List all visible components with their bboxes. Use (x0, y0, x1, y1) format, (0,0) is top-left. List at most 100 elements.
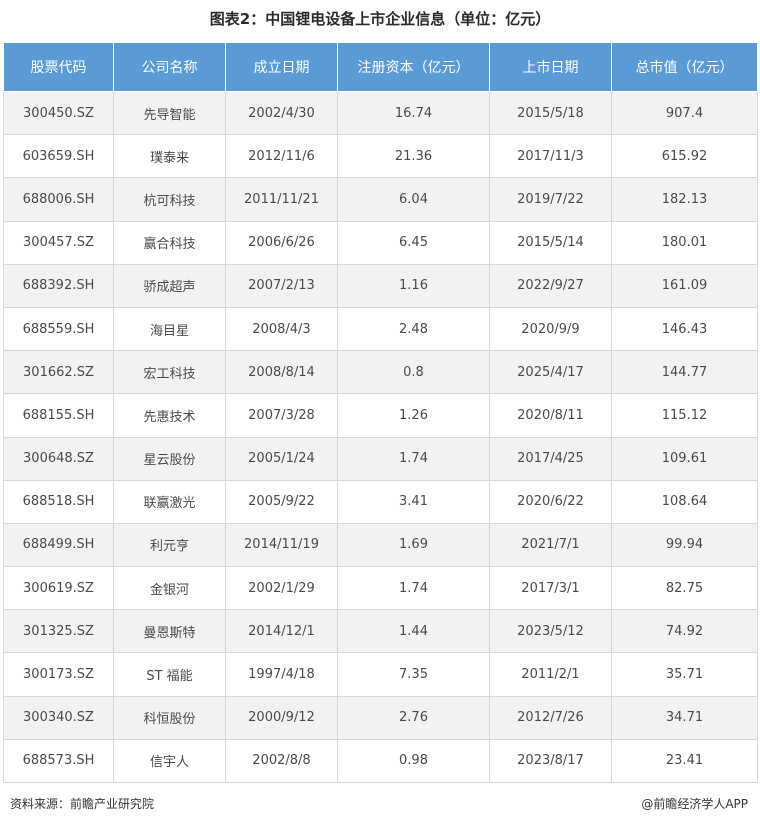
table-cell: 2011/2/1 (489, 652, 612, 697)
table-cell: 35.71 (611, 652, 758, 697)
table-cell: 宏工科技 (113, 350, 226, 395)
table-row: 300450.SZ 先导智能 2002/4/30 16.74 2015/5/18 907.… (3, 90, 758, 136)
table-cell: 146.43 (611, 306, 758, 352)
table-cell: 2011/11/21 (225, 177, 338, 222)
table-cell: 688155.SH (3, 393, 114, 438)
table-header-row: 股票代码 公司名称 成立日期 注册资本（亿元） 上市日期 总市值（亿元） (3, 42, 758, 92)
table-cell: 2023/8/17 (489, 738, 612, 784)
table-cell: 301325.SZ (3, 609, 114, 654)
table-cell: 2008/8/14 (225, 350, 338, 395)
column-header: 股票代码 (3, 42, 114, 92)
table-cell: 109.61 (611, 436, 758, 481)
table-row: 688006.SH 杭可科技 2011/11/21 6.04 2019/7/22 182.… (3, 177, 758, 222)
table-cell: 2012/7/26 (489, 695, 612, 740)
table-cell: 1997/4/18 (225, 652, 338, 697)
table-cell: 2025/4/17 (489, 350, 612, 395)
source-note: 资料来源：前瞻产业研究院 (10, 797, 155, 811)
column-header: 注册资本（亿元） (337, 42, 490, 92)
table-cell: 2000/9/12 (225, 695, 338, 740)
table-cell: 115.12 (611, 393, 758, 438)
table-cell: 300450.SZ (3, 90, 114, 136)
table-cell: 180.01 (611, 220, 758, 265)
table-cell: 2002/4/30 (225, 90, 338, 136)
table-cell: 144.77 (611, 350, 758, 395)
table-cell: 2.48 (337, 306, 490, 352)
table-row: 300619.SZ 金银河 2002/1/29 1.74 2017/3/1 82.75 (3, 566, 758, 611)
table-cell: 2012/11/6 (225, 134, 338, 179)
table-cell: 688499.SH (3, 522, 114, 568)
table-cell: 2021/7/1 (489, 522, 612, 568)
table-cell: 907.4 (611, 90, 758, 136)
table-cell: 2019/7/22 (489, 177, 612, 222)
table-cell: 2020/8/11 (489, 393, 612, 438)
table-row: 688573.SH 信宇人 2002/8/8 0.98 2023/8/17 23.41 (3, 738, 758, 784)
table-cell: 2015/5/18 (489, 90, 612, 136)
table-row: 300457.SZ 赢合科技 2006/6/26 6.45 2015/5/14 180.0… (3, 220, 758, 265)
table-cell: 璞泰来 (113, 134, 226, 179)
table-cell: 34.71 (611, 695, 758, 740)
table-cell: 1.44 (337, 609, 490, 654)
table-cell: 2005/1/24 (225, 436, 338, 481)
column-header: 公司名称 (113, 42, 226, 92)
table-cell: 2007/2/13 (225, 263, 338, 308)
table-row: 688559.SH 海目星 2008/4/3 2.48 2020/9/9 146.43 (3, 306, 758, 352)
table-cell: 99.94 (611, 522, 758, 568)
table-cell: 科恒股份 (113, 695, 226, 740)
table-cell: 2008/4/3 (225, 306, 338, 352)
table-cell: 301662.SZ (3, 350, 114, 395)
table-cell: 2020/6/22 (489, 479, 612, 524)
table-cell: 300340.SZ (3, 695, 114, 740)
table-cell: 0.98 (337, 738, 490, 784)
table-cell: 82.75 (611, 566, 758, 611)
table-cell: 182.13 (611, 177, 758, 222)
table-cell: 利元亨 (113, 522, 226, 568)
column-header: 总市值（亿元） (611, 42, 758, 92)
table-cell: 2006/6/26 (225, 220, 338, 265)
table-cell: 2.76 (337, 695, 490, 740)
table-cell: 杭可科技 (113, 177, 226, 222)
table-row: 688499.SH 利元亨 2014/11/19 1.69 2021/7/1 99.94 (3, 522, 758, 568)
table-cell: 先导智能 (113, 90, 226, 136)
table-cell: 7.35 (337, 652, 490, 697)
table-cell: 2020/9/9 (489, 306, 612, 352)
company-table: 股票代码 公司名称 成立日期 注册资本（亿元） 上市日期 总市值（亿元） 300… (3, 42, 758, 784)
table-cell: 74.92 (611, 609, 758, 654)
table-cell: 2002/8/8 (225, 738, 338, 784)
table-cell: ST 福能 (113, 652, 226, 697)
table-cell: 2014/12/1 (225, 609, 338, 654)
table-cell: 16.74 (337, 90, 490, 136)
table-cell: 2017/11/3 (489, 134, 612, 179)
table-cell: 300648.SZ (3, 436, 114, 481)
table-cell: 2007/3/28 (225, 393, 338, 438)
table-cell: 2022/9/27 (489, 263, 612, 308)
table-cell: 2017/4/25 (489, 436, 612, 481)
table-row: 301662.SZ 宏工科技 2008/8/14 0.8 2025/4/17 144.77 (3, 350, 758, 395)
table-cell: 1.74 (337, 566, 490, 611)
table-cell: 1.26 (337, 393, 490, 438)
table-row: 688518.SH 联赢激光 2005/9/22 3.41 2020/6/22 108.6… (3, 479, 758, 524)
table-cell: 2005/9/22 (225, 479, 338, 524)
table-cell: 1.74 (337, 436, 490, 481)
table-cell: 1.69 (337, 522, 490, 568)
company-table-wrapper: 股票代码 公司名称 成立日期 注册资本（亿元） 上市日期 总市值（亿元） 300… (3, 42, 758, 784)
table-cell: 联赢激光 (113, 479, 226, 524)
table-cell: 星云股份 (113, 436, 226, 481)
brand-credit: @前瞻经济学人APP (641, 797, 748, 811)
table-row: 300648.SZ 星云股份 2005/1/24 1.74 2017/4/25 109.6… (3, 436, 758, 481)
table-cell: 先惠技术 (113, 393, 226, 438)
table-cell: 骄成超声 (113, 263, 226, 308)
table-row: 300173.SZ ST 福能 1997/4/18 7.35 2011/2/1 35.71 (3, 652, 758, 697)
table-row: 688155.SH 先惠技术 2007/3/28 1.26 2020/8/11 115.1… (3, 393, 758, 438)
table-cell: 2014/11/19 (225, 522, 338, 568)
table-cell: 赢合科技 (113, 220, 226, 265)
table-cell: 海目星 (113, 306, 226, 352)
column-header: 上市日期 (489, 42, 612, 92)
table-cell: 3.41 (337, 479, 490, 524)
table-cell: 2023/5/12 (489, 609, 612, 654)
table-cell: 曼恩斯特 (113, 609, 226, 654)
table-row: 688392.SH 骄成超声 2007/2/13 1.16 2022/9/27 161.0… (3, 263, 758, 308)
table-cell: 603659.SH (3, 134, 114, 179)
table-body: 300450.SZ 先导智能 2002/4/30 16.74 2015/5/18 907.… (3, 90, 758, 784)
table-cell: 2002/1/29 (225, 566, 338, 611)
page-title: 图表2：中国锂电设备上市企业信息（单位：亿元） (209, 10, 551, 28)
